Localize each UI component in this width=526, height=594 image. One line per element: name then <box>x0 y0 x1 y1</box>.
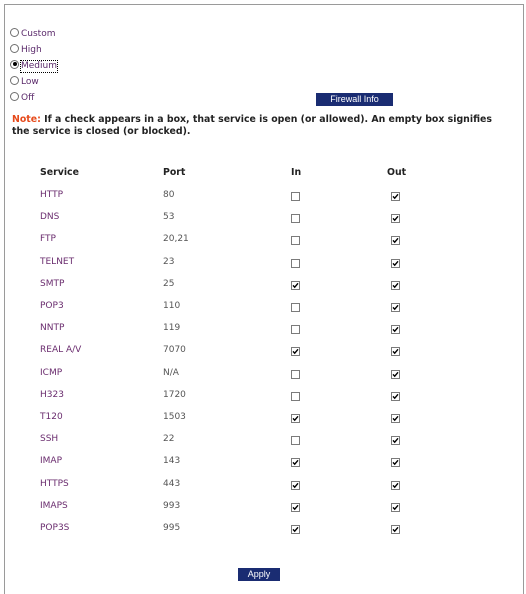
service-name: HTTPS <box>40 478 69 489</box>
service-name: NNTP <box>40 323 65 334</box>
service-name: T120 <box>40 412 63 422</box>
out-checkbox[interactable] <box>391 480 400 490</box>
service-name: POP3S <box>40 523 70 533</box>
service-port: 22 <box>163 434 175 445</box>
custom-radio[interactable] <box>10 27 19 37</box>
out-checkbox[interactable] <box>391 414 400 423</box>
service-name: SMTP <box>40 278 65 289</box>
low-label: Low <box>21 77 39 88</box>
in-checkbox[interactable] <box>291 258 300 268</box>
service-name: TELNET <box>40 256 75 267</box>
out-checkbox[interactable] <box>391 502 400 512</box>
in-checkbox[interactable] <box>291 280 300 290</box>
service-port: 7070 <box>163 345 186 356</box>
service-name: IMAP <box>40 456 63 467</box>
in-checkbox[interactable] <box>291 347 300 357</box>
security-level-low[interactable]: Low <box>10 75 57 91</box>
high-radio[interactable] <box>10 43 19 53</box>
in-checkbox[interactable] <box>291 480 300 490</box>
in-checkbox[interactable] <box>291 391 300 401</box>
service-name: DNS <box>40 212 60 223</box>
in-checkbox[interactable] <box>291 436 300 446</box>
out-checkbox[interactable] <box>391 236 400 246</box>
security-level-off[interactable]: Off <box>10 91 57 107</box>
service-port: 443 <box>163 478 181 489</box>
out-checkbox[interactable] <box>391 258 400 268</box>
out-checkbox[interactable] <box>391 280 400 290</box>
out-checkbox[interactable] <box>391 192 400 201</box>
service-column-header: Service <box>40 167 79 178</box>
out-checkbox[interactable] <box>391 458 400 468</box>
apply-button[interactable]: Apply <box>238 568 280 581</box>
in-checkbox[interactable] <box>291 214 300 224</box>
service-port: 25 <box>163 278 175 289</box>
out-checkbox[interactable] <box>391 214 400 224</box>
service-name: SSH <box>40 434 59 445</box>
in-checkbox[interactable] <box>291 502 300 512</box>
in-checkbox[interactable] <box>291 369 300 379</box>
in-checkbox[interactable] <box>291 192 300 201</box>
service-port: 119 <box>163 323 181 334</box>
out-checkbox[interactable] <box>391 525 400 534</box>
security-level-group: Custom High Medium Low Off <box>10 26 58 107</box>
security-level-medium[interactable]: Medium <box>10 58 58 74</box>
service-port: 80 <box>163 190 175 200</box>
service-port: 143 <box>163 456 181 467</box>
in-checkbox[interactable] <box>291 458 300 468</box>
custom-label: Custom <box>21 28 56 39</box>
note-body: If a check appears in a box, that servic… <box>12 114 492 137</box>
service-port: 1503 <box>163 412 186 422</box>
off-radio[interactable] <box>10 92 19 102</box>
out-checkbox[interactable] <box>391 303 400 312</box>
out-checkbox[interactable] <box>391 347 400 357</box>
service-port: 20,21 <box>163 234 189 245</box>
security-level-high[interactable]: High <box>10 42 57 58</box>
service-port: 1720 <box>163 389 186 400</box>
out-checkbox[interactable] <box>391 369 400 379</box>
in-checkbox[interactable] <box>291 525 300 534</box>
service-port: 110 <box>163 301 181 311</box>
in-checkbox[interactable] <box>291 236 300 246</box>
firewall-info-button[interactable]: Firewall Info <box>316 93 393 106</box>
medium-radio[interactable] <box>10 59 19 69</box>
out-checkbox[interactable] <box>391 325 400 335</box>
note-label: Note: <box>12 114 41 125</box>
out-checkbox[interactable] <box>391 436 400 446</box>
content-frame <box>4 4 524 594</box>
in-checkbox[interactable] <box>291 303 300 312</box>
out-checkbox[interactable] <box>391 391 400 401</box>
service-port: 53 <box>163 212 175 223</box>
service-port: 23 <box>163 256 175 267</box>
security-level-custom[interactable]: Custom <box>10 26 57 42</box>
service-name: HTTP <box>40 190 64 200</box>
service-name: ICMP <box>40 367 63 378</box>
medium-label: Medium <box>20 59 58 73</box>
out-column-header: Out <box>387 167 407 178</box>
low-radio[interactable] <box>10 76 19 86</box>
in-checkbox[interactable] <box>291 325 300 335</box>
note-text: Note: If a check appears in a box, that … <box>12 114 512 138</box>
high-label: High <box>21 44 42 55</box>
service-name: FTP <box>40 234 56 245</box>
in-column-header: In <box>291 167 302 178</box>
port-column-header: Port <box>163 167 186 178</box>
off-label: Off <box>21 93 35 104</box>
in-checkbox[interactable] <box>291 414 300 423</box>
service-port: 993 <box>163 500 181 511</box>
service-name: POP3 <box>40 301 64 311</box>
service-name: H323 <box>40 389 64 400</box>
service-port: N/A <box>163 367 179 378</box>
service-port: 995 <box>163 523 181 533</box>
service-name: REAL A/V <box>40 345 82 356</box>
service-name: IMAPS <box>40 500 68 511</box>
